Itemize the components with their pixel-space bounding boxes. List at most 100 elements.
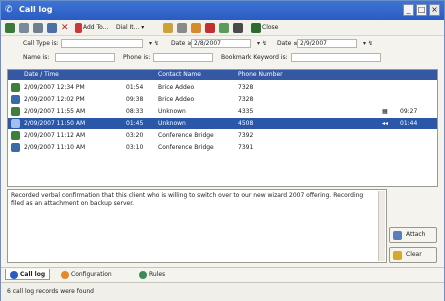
column-header-phone[interactable]: Phone Number xyxy=(238,71,283,79)
cell-phone: 7391 xyxy=(238,144,254,151)
cell-contact: Brice Addeo xyxy=(158,96,195,103)
list-toolbar-button[interactable] xyxy=(19,22,30,34)
cell-duration: 09:38 xyxy=(126,96,144,103)
clear-label: Clear xyxy=(406,251,422,258)
status-text: 6 call log records were found xyxy=(7,288,94,295)
filter-toolbar-button[interactable] xyxy=(191,22,202,34)
rules-icon xyxy=(139,270,147,279)
search-toolbar-button[interactable] xyxy=(33,22,44,34)
name-filter-field[interactable] xyxy=(55,53,115,62)
speaker-toolbar-button[interactable] xyxy=(233,22,244,34)
notes-scrollbar[interactable] xyxy=(378,191,385,261)
attach-button[interactable]: Attach xyxy=(389,227,437,243)
tab-call-log[interactable]: Call log xyxy=(5,269,51,280)
cell-contact: Unknown xyxy=(158,120,186,127)
close-toolbar-button[interactable]: Close xyxy=(251,22,278,34)
table-row[interactable]: 2/09/2007 11:55 AM 08:33 Unknown 4335 ▦ … xyxy=(8,106,437,117)
add-to-button[interactable]: Add To... xyxy=(75,22,108,34)
table-row[interactable]: 2/09/2007 12:02 PM 09:38 Brice Addeo 732… xyxy=(8,94,437,105)
outgoing-call-icon xyxy=(11,143,20,152)
cell-phone: 7392 xyxy=(238,132,254,139)
date-from-dropdown[interactable]: ▾ ↯ xyxy=(257,39,267,48)
voicemail-icon: ▦ xyxy=(382,108,388,115)
table-header: Date / Time Contact Name Phone Number xyxy=(8,70,437,80)
date-to-dropdown[interactable]: ▾ ↯ xyxy=(363,39,373,48)
call-type-label: Call Type is: xyxy=(23,40,59,47)
cell-duration: 08:33 xyxy=(126,108,144,115)
save-toolbar-button[interactable] xyxy=(47,22,58,34)
date-from-label: Date ≥ xyxy=(171,40,193,47)
phone-icon xyxy=(10,270,18,279)
info-icon xyxy=(177,22,187,33)
window-title: Call log xyxy=(19,5,53,14)
cell-contact: Brice Addeo xyxy=(158,84,195,91)
close-label: Close xyxy=(262,24,279,31)
cancel-filter-button[interactable] xyxy=(205,22,216,34)
call-type-field[interactable] xyxy=(61,39,143,48)
refresh-icon xyxy=(219,22,229,33)
column-header-datetime[interactable]: Date / Time xyxy=(24,71,59,79)
tab-configuration[interactable]: Configuration xyxy=(61,269,112,280)
maximize-button[interactable]: □ xyxy=(416,4,427,16)
phone-app-icon: ✆ xyxy=(5,5,13,15)
date-from-field[interactable]: 2/8/2007 xyxy=(191,39,251,48)
attach-label: Attach xyxy=(406,231,426,238)
table-row[interactable]: 2/09/2007 12:34 PM 01:54 Brice Addeo 732… xyxy=(8,82,437,93)
incoming-call-icon xyxy=(11,83,20,92)
cell-datetime: 2/09/2007 11:10 AM xyxy=(24,144,86,151)
tab-call-log-label: Call log xyxy=(20,271,46,278)
door-icon xyxy=(251,22,261,33)
notes-text: Recorded verbal confirmation that this c… xyxy=(11,192,364,207)
cell-duration: 03:20 xyxy=(126,132,144,139)
refresh-toolbar-button[interactable] xyxy=(219,22,230,34)
cell-contact: Conference Bridge xyxy=(158,144,214,151)
phone-toolbar-button[interactable] xyxy=(5,22,16,34)
close-window-button[interactable]: × xyxy=(429,4,440,16)
cell-datetime: 2/09/2007 11:50 AM xyxy=(24,120,86,127)
table-row[interactable]: 2/09/2007 11:10 AM 03:10 Conference Brid… xyxy=(8,142,437,153)
cell-datetime: 2/09/2007 11:12 AM xyxy=(24,132,86,139)
dial-button[interactable]: Dial It... ▾ xyxy=(116,22,144,34)
play-icon[interactable]: ◂◂ xyxy=(382,119,388,128)
table-row-selected[interactable]: 2/09/2007 11:50 AM 01:45 Unknown 4508 ◂◂… xyxy=(8,118,437,129)
add-to-label: Add To... xyxy=(83,24,109,31)
name-filter-label: Name is: xyxy=(23,54,50,61)
phone-filter-label: Phone is: xyxy=(123,54,151,61)
bookmark-filter-field[interactable] xyxy=(291,53,381,62)
cell-voicemail-duration: 01:44 xyxy=(400,120,418,127)
phone-filter-field[interactable] xyxy=(153,53,213,62)
tab-rules-label: Rules xyxy=(149,271,166,278)
cell-duration: 01:45 xyxy=(126,120,144,127)
delete-icon: ✕ xyxy=(61,23,69,33)
filter-panel: Call Type is: ▾ ↯ Date ≥ 2/8/2007 ▾ ↯ Da… xyxy=(1,36,444,68)
call-notes-textarea[interactable]: Recorded verbal confirmation that this c… xyxy=(7,189,387,263)
incoming-call-icon xyxy=(11,131,20,140)
gear-icon xyxy=(61,270,69,279)
info-toolbar-button[interactable] xyxy=(177,22,188,34)
call-type-dropdown[interactable]: ▾ ↯ xyxy=(149,39,159,48)
column-header-contact[interactable]: Contact Name xyxy=(158,71,201,79)
table-row[interactable]: 2/09/2007 11:12 AM 03:20 Conference Brid… xyxy=(8,130,437,141)
delete-button[interactable]: ✕ xyxy=(61,22,69,34)
clear-icon xyxy=(393,251,402,260)
outgoing-call-icon xyxy=(11,95,20,104)
tab-configuration-label: Configuration xyxy=(71,271,112,278)
lock-icon xyxy=(163,22,173,33)
cell-duration: 01:54 xyxy=(126,84,144,91)
filter-icon xyxy=(191,22,201,33)
cell-phone: 4335 xyxy=(238,108,254,115)
clear-button[interactable]: Clear xyxy=(389,247,437,263)
lock-toolbar-button[interactable] xyxy=(163,22,174,34)
title-bar[interactable]: ✆ Call log _ □ × xyxy=(1,1,444,20)
date-to-field[interactable]: 2/9/2007 xyxy=(297,39,357,48)
cell-datetime: 2/09/2007 12:34 PM xyxy=(24,84,85,91)
cell-phone: 7328 xyxy=(238,96,254,103)
save-icon xyxy=(47,22,57,33)
tab-rules[interactable]: Rules xyxy=(139,269,165,280)
minimize-button[interactable]: _ xyxy=(403,4,414,16)
search-icon xyxy=(33,22,43,33)
cell-datetime: 2/09/2007 11:55 AM xyxy=(24,108,86,115)
pencil-icon xyxy=(75,22,82,33)
missed-call-icon xyxy=(11,119,20,128)
cell-datetime: 2/09/2007 12:02 PM xyxy=(24,96,85,103)
